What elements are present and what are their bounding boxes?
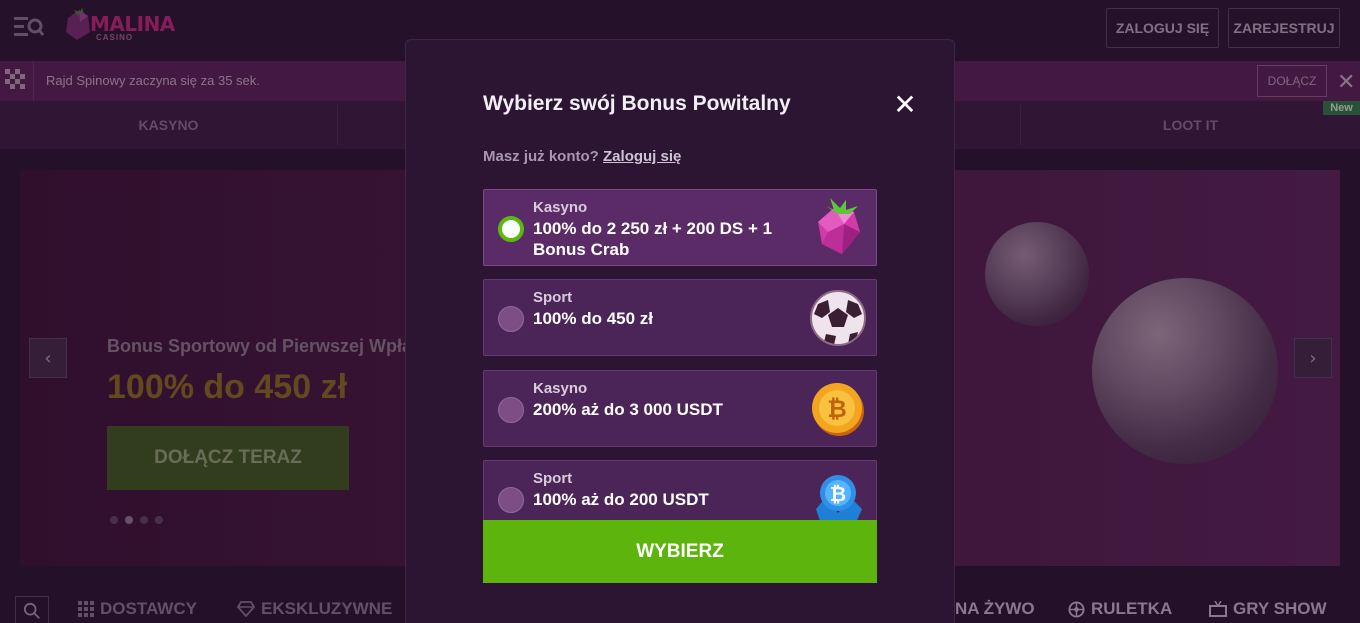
nav-roulette[interactable]: RULETKA (1068, 597, 1172, 621)
soccer-ball-icon (810, 290, 866, 346)
radio-unselected[interactable] (498, 306, 524, 332)
option-category: Kasyno (533, 380, 588, 397)
roulette-icon (1068, 600, 1085, 618)
bonus-option-casino-2[interactable]: Kasyno 200% aż do 3 000 USDT ₿ (483, 370, 877, 447)
login-link[interactable]: Zaloguj się (603, 148, 681, 165)
nav-game-show-label: GRY SHOW (1233, 599, 1327, 618)
bitcoin-coin-icon: ₿ (812, 383, 864, 436)
account-prompt-text: Masz już konto? (483, 148, 599, 165)
radio-selected[interactable] (498, 216, 524, 242)
option-category: Sport (533, 289, 573, 306)
nav-roulette-label: RULETKA (1091, 599, 1173, 618)
choose-bonus-button[interactable]: WYBIERZ (483, 520, 877, 583)
nav-game-show[interactable]: GRY SHOW (1209, 597, 1327, 621)
game-show-icon (1209, 601, 1227, 617)
nav-live[interactable]: NA ŻYWO (955, 597, 1035, 621)
account-prompt: Masz już konto? Zaloguj się (483, 148, 681, 165)
close-icon[interactable]: ✕ (890, 88, 920, 121)
option-text: 100% do 2 250 zł + 200 DS + 1 Bonus Crab (533, 219, 773, 259)
bonus-option-casino-1[interactable]: Kasyno 100% do 2 250 zł + 200 DS + 1 Bon… (483, 189, 877, 266)
radio-unselected[interactable] (498, 487, 524, 513)
option-text: 100% do 450 zł (533, 309, 654, 328)
svg-text:₿: ₿ (827, 395, 847, 423)
modal-title: Wybierz swój Bonus Powitalny (483, 92, 791, 115)
option-text: 100% aż do 200 USDT (533, 490, 709, 509)
option-text: 200% aż do 3 000 USDT (533, 400, 723, 419)
option-category: Kasyno (533, 199, 588, 216)
radio-unselected[interactable] (498, 397, 524, 423)
nav-live-label: NA ŻYWO (955, 599, 1035, 618)
svg-text:₿: ₿ (830, 482, 846, 506)
bonus-option-sport-1[interactable]: Sport 100% do 450 zł (483, 279, 877, 356)
option-category: Sport (533, 470, 573, 487)
strawberry-gem-icon (818, 198, 860, 254)
